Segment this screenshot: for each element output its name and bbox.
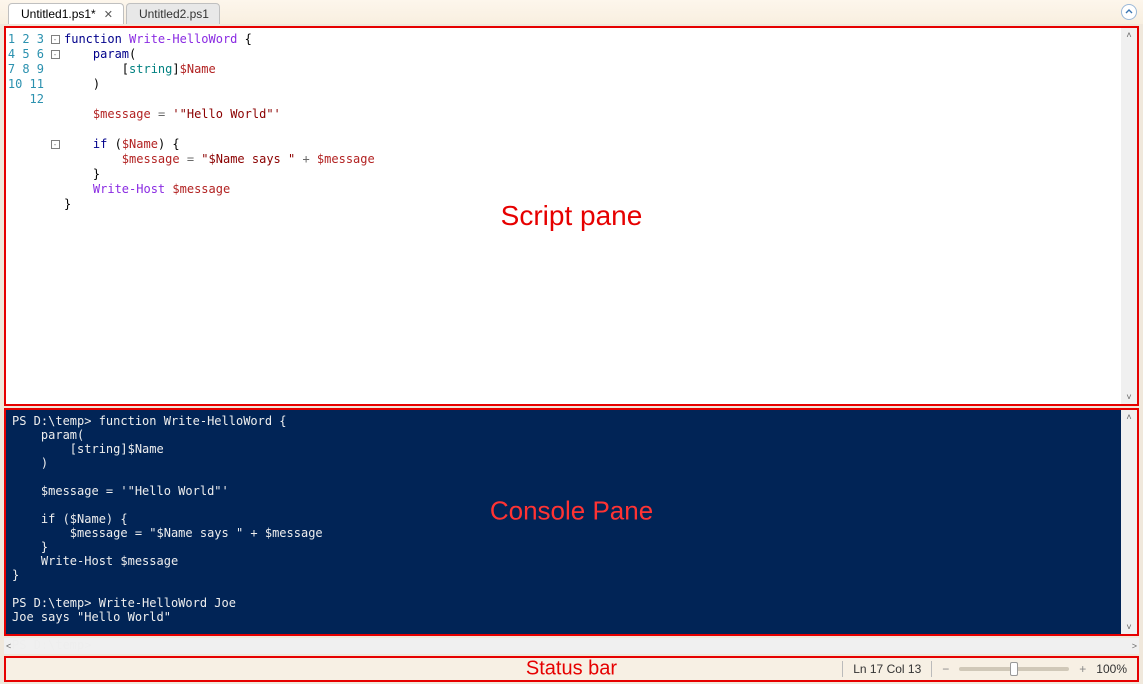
scroll-up-icon[interactable]: ˄	[1126, 30, 1131, 40]
zoom-thumb[interactable]	[1010, 662, 1018, 676]
tab-untitled1[interactable]: Untitled1.ps1* ✕	[8, 3, 124, 24]
collapse-pane-icon[interactable]	[1121, 4, 1137, 20]
code-editor[interactable]: function Write-HelloWord { param( [strin…	[62, 28, 1121, 404]
horizontal-scrollbar[interactable]: ˂ ˃	[4, 638, 1139, 654]
scroll-left-icon[interactable]: ˂	[6, 641, 11, 651]
zoom-out-icon[interactable]: −	[942, 662, 949, 676]
tab-untitled2[interactable]: Untitled2.ps1	[126, 3, 220, 24]
separator	[842, 661, 843, 677]
cursor-position: Ln 17 Col 13	[853, 662, 921, 676]
scroll-right-icon[interactable]: ˃	[1132, 641, 1137, 651]
script-pane: 1 2 3 4 5 6 7 8 9 10 11 12 -- - function…	[4, 26, 1139, 406]
tab-label: Untitled1.ps1*	[21, 7, 96, 21]
tab-bar: Untitled1.ps1* ✕ Untitled2.ps1	[0, 0, 1143, 24]
vertical-scrollbar[interactable]: ˄ ˅	[1121, 28, 1137, 404]
line-number-gutter: 1 2 3 4 5 6 7 8 9 10 11 12	[6, 28, 48, 404]
console-pane: PS D:\temp> function Write-HelloWord { p…	[4, 408, 1139, 636]
zoom-slider[interactable]	[959, 667, 1069, 671]
annotation-status-bar: Status bar	[526, 658, 617, 681]
separator	[931, 661, 932, 677]
status-bar: Status bar Ln 17 Col 13 − + 100%	[4, 656, 1139, 682]
zoom-in-icon[interactable]: +	[1079, 662, 1086, 676]
scroll-down-icon[interactable]: ˅	[1126, 622, 1131, 632]
scroll-down-icon[interactable]: ˅	[1126, 392, 1131, 402]
scroll-up-icon[interactable]: ˄	[1126, 412, 1131, 422]
vertical-scrollbar[interactable]: ˄ ˅	[1121, 410, 1137, 634]
fold-gutter: -- -	[48, 28, 62, 404]
zoom-level: 100%	[1096, 662, 1127, 676]
console-output[interactable]: PS D:\temp> function Write-HelloWord { p…	[6, 410, 1121, 634]
close-icon[interactable]: ✕	[104, 8, 113, 21]
tab-label: Untitled2.ps1	[139, 7, 209, 21]
